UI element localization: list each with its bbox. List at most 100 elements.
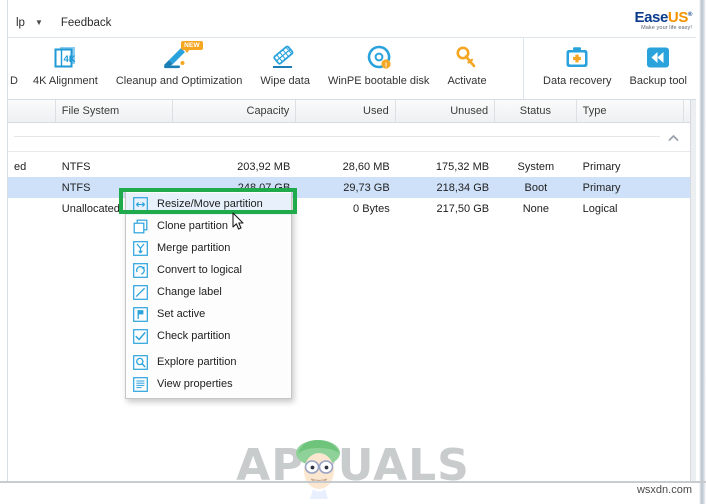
cleanup-icon: NEW (161, 41, 203, 73)
toolbar-button-wipe-data[interactable]: Wipe data (251, 38, 319, 95)
backup-diamond-icon (644, 43, 672, 73)
logo-wordmark: EaseUS® (634, 10, 692, 25)
column-header-used[interactable]: Used (296, 100, 396, 122)
checkmark-icon (132, 328, 149, 345)
toolbar: D 4K 4K Alignment NEW Cleanup and Optimi… (8, 38, 696, 100)
context-menu-item-merge-partition[interactable]: Merge partition (126, 237, 291, 259)
merge-arrow-icon (132, 240, 149, 257)
column-header-unused[interactable]: Unused (396, 100, 496, 122)
toolbar-label-cleanup-and-optimization: Cleanup and Optimization (115, 75, 243, 87)
toolbar-label-activate: Activate (447, 75, 487, 87)
cell-unused: 175,32 MB (435, 160, 490, 173)
window-right-edge (696, 0, 706, 504)
cell-status: None (522, 202, 550, 215)
table-row[interactable]: ed NTFS 203,92 MB 28,60 MB 175,32 MB Sys… (8, 156, 696, 177)
context-menu-item-explore-partition[interactable]: Explore partition (126, 351, 291, 373)
context-menu-label: Change label (157, 285, 222, 298)
convert-circular-arrow-icon (132, 262, 149, 279)
cell-type: Primary (582, 160, 621, 173)
key-icon (453, 43, 481, 73)
window-left-edge (0, 0, 8, 482)
cell-used: 29,73 GB (343, 181, 390, 194)
first-aid-kit-icon (563, 43, 591, 73)
chevron-up-icon[interactable] (666, 131, 680, 145)
document-lines-icon (132, 376, 149, 393)
group-divider (14, 136, 660, 137)
toolbar-button-backup-tool[interactable]: Backup tool (621, 38, 696, 95)
toolbar-label-wipe-data: Wipe data (260, 75, 310, 87)
context-menu-label: Clone partition (157, 219, 228, 232)
context-menu-label: Set active (157, 307, 206, 320)
svg-text:4K: 4K (64, 54, 76, 65)
logo-registered-mark: ® (687, 12, 692, 18)
column-header-file-system[interactable]: File System (56, 100, 174, 122)
footer-divider (0, 481, 706, 483)
site-watermark: wsxdn.com (636, 484, 692, 496)
cell-unused: 218,34 GB (436, 181, 490, 194)
resize-arrows-icon (132, 196, 149, 213)
cell-used: 0 Bytes (353, 202, 390, 215)
new-badge: NEW (181, 41, 203, 54)
context-menu-item-change-label[interactable]: Change label (126, 281, 291, 303)
logo-us-text: US (667, 9, 688, 26)
toolbar-button-activate[interactable]: Activate (438, 38, 495, 95)
pencil-line-icon (132, 284, 149, 301)
toolbar-label-winpe-bootable-disk: WinPE bootable disk (327, 75, 430, 87)
clone-squares-icon (132, 218, 149, 235)
toolbar-label-data-recovery: Data recovery (543, 75, 612, 87)
eraser-icon (270, 43, 300, 73)
context-menu-item-view-properties[interactable]: View properties (126, 373, 291, 395)
svg-text:!: ! (385, 62, 387, 69)
cell-file-system: NTFS (61, 160, 91, 173)
context-menu-label: Merge partition (157, 241, 231, 254)
cell-type: Primary (582, 181, 621, 194)
4k-alignment-icon: 4K (51, 43, 79, 73)
magnifier-icon (132, 354, 149, 371)
column-header-status[interactable]: Status (495, 100, 577, 122)
table-header-row: File System Capacity Used Unused Status … (8, 100, 696, 123)
easeus-logo: EaseUS® Make your life easy! (634, 10, 692, 32)
logo-tagline: Make your life easy! (641, 25, 692, 31)
menu-bar: lp ▼ Feedback (8, 8, 696, 38)
context-menu-item-resize-move-partition[interactable]: Resize/Move partition (126, 193, 291, 215)
context-menu-item-clone-partition[interactable]: Clone partition (126, 215, 291, 237)
context-menu-item-convert-to-logical[interactable]: Convert to logical (126, 259, 291, 281)
toolbar-button-winpe-bootable-disk[interactable]: ! WinPE bootable disk (319, 38, 439, 95)
cell-used: 28,60 MB (342, 160, 390, 173)
toolbar-label-clipped: D (10, 75, 18, 87)
menu-item-help[interactable]: lp (8, 8, 33, 38)
toolbar-button-cleanup-and-optimization[interactable]: NEW Cleanup and Optimization (107, 38, 252, 95)
toolbar-label-4k-alignment: 4K Alignment (33, 75, 98, 87)
column-header-type[interactable]: Type (577, 100, 684, 122)
chevron-down-icon[interactable]: ▼ (33, 8, 53, 38)
disc-icon: ! (364, 43, 394, 73)
context-menu-label: Explore partition (157, 355, 237, 368)
cell-unused: 217,50 GB (436, 202, 490, 215)
easeus-partition-master-window: lp ▼ Feedback EaseUS® Make your life eas… (0, 0, 706, 504)
context-menu-item-check-partition[interactable]: Check partition (126, 325, 291, 347)
context-menu-item-set-active[interactable]: Set active (126, 303, 291, 325)
toolbar-button-4k-alignment[interactable]: 4K 4K Alignment (24, 38, 107, 95)
toolbar-right-group: Data recovery Backup tool (523, 38, 696, 100)
cell-capacity: 203,92 MB (237, 160, 291, 173)
context-menu-label: Convert to logical (157, 263, 242, 276)
cell-status: System (517, 160, 555, 173)
flag-icon (132, 306, 149, 323)
toolbar-left-group: D 4K 4K Alignment NEW Cleanup and Optimi… (8, 38, 523, 100)
column-header-name[interactable] (8, 100, 56, 122)
menu-item-feedback[interactable]: Feedback (53, 8, 120, 38)
cell-name: ed (14, 160, 27, 173)
toolbar-button-data-recovery[interactable]: Data recovery (534, 38, 620, 95)
column-header-capacity[interactable]: Capacity (173, 100, 297, 122)
disk-group-row (8, 123, 696, 152)
toolbar-button-clipped[interactable]: D (8, 38, 24, 95)
partition-context-menu: Resize/Move partition Clone partition Me… (125, 190, 292, 399)
partition-table: File System Capacity Used Unused Status … (8, 100, 696, 482)
context-menu-label: Check partition (157, 329, 231, 342)
table-row[interactable]: Unallocated 0 Bytes 217,50 GB None Logic… (8, 198, 696, 219)
toolbar-label-backup-tool: Backup tool (629, 75, 687, 87)
cell-type: Logical (582, 202, 618, 215)
table-row[interactable]: NTFS 248,07 GB 29,73 GB 218,34 GB Boot P… (8, 177, 696, 198)
cell-status: Boot (524, 181, 548, 194)
context-menu-label: Resize/Move partition (157, 197, 263, 210)
